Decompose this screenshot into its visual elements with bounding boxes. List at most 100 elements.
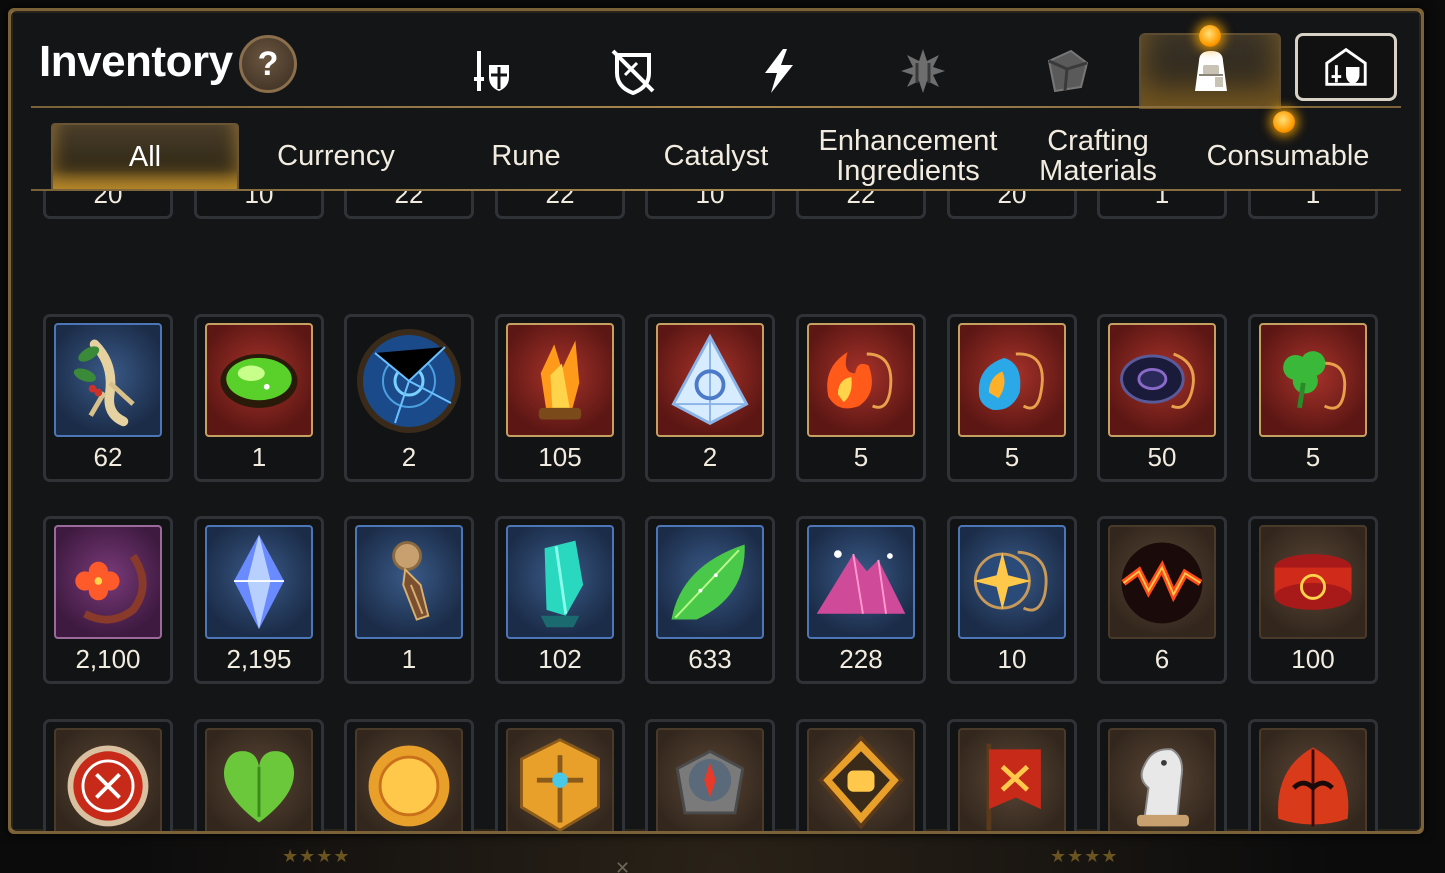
rating-stars: ★★★★ (282, 846, 351, 866)
frame-corner (11, 812, 30, 831)
item-count: 22 (545, 191, 575, 209)
star-pendant-icon (958, 525, 1066, 639)
item-slot[interactable]: 22 (344, 191, 474, 219)
item-slot[interactable]: 16,158 (1097, 719, 1227, 831)
tab-crafting-materials[interactable]: Crafting Materials (1005, 123, 1191, 189)
item-count: 633 (688, 644, 732, 674)
item-slot[interactable]: 102 (495, 516, 625, 684)
item-count: 1 (401, 644, 417, 674)
inventory-panel: Inventory ? All Currency Rune Catalyst E… (8, 8, 1424, 834)
item-count: 10 (695, 191, 725, 209)
fire-crystal-icon (506, 323, 614, 437)
item-slot[interactable]: 2,100 (43, 516, 173, 684)
item-count: 62 (93, 442, 123, 472)
green-gem-icon (205, 323, 313, 437)
item-slot[interactable]: 10 (645, 191, 775, 219)
item-count: 20 (93, 191, 123, 209)
flame-pendant-icon (807, 323, 915, 437)
item-count: 228 (839, 644, 883, 674)
item-slot[interactable]: 585 (194, 719, 324, 831)
blue-rune-orb-icon (355, 323, 463, 437)
item-count: 10 (244, 191, 274, 209)
item-count: 1 (1305, 191, 1321, 209)
item-slot[interactable]: 38,877,395 (344, 719, 474, 831)
item-slot[interactable]: 5 (1248, 314, 1378, 482)
flower-bracelet-icon (54, 525, 162, 639)
item-slot[interactable]: 10 (947, 516, 1077, 684)
help-button[interactable]: ? (239, 35, 297, 93)
equipment-category-icon[interactable] (461, 41, 521, 101)
item-slot[interactable]: 2,195 (194, 516, 324, 684)
lava-orb-icon (1108, 525, 1216, 639)
item-slot[interactable]: 10 (947, 719, 1077, 831)
item-slot[interactable]: 3,000 (796, 719, 926, 831)
rating-stars: ★★★★ (1050, 846, 1119, 866)
item-slot[interactable]: 10 (194, 191, 324, 219)
pink-powder-icon (807, 525, 915, 639)
item-count: 10 (997, 644, 1027, 674)
item-count: 22 (846, 191, 876, 209)
item-slot[interactable]: 2,497 (1248, 719, 1378, 831)
item-slot[interactable]: 1 (194, 314, 324, 482)
inventory-tabs: All Currency Rune Catalyst Enhancement I… (49, 123, 1389, 191)
tab-catalyst[interactable]: Catalyst (621, 123, 811, 189)
divider (31, 106, 1401, 108)
item-slot[interactable]: 1 (1248, 191, 1378, 219)
item-slot[interactable]: 62 (43, 314, 173, 482)
item-slot[interactable]: 2 (344, 314, 474, 482)
item-slot[interactable]: 5 (947, 314, 1077, 482)
frame-corner (11, 11, 30, 30)
tab-consumable[interactable]: Consumable (1193, 123, 1383, 189)
artifact-category-icon[interactable] (603, 41, 663, 101)
item-slot[interactable]: 3 (43, 719, 173, 831)
tab-all[interactable]: All (51, 123, 239, 189)
item-slot[interactable]: 400 (495, 719, 625, 831)
red-seal-badge-icon (54, 728, 162, 831)
item-slot[interactable]: 1 (1097, 191, 1227, 219)
item-count: 5 (853, 442, 869, 472)
red-ring-icon (1259, 525, 1367, 639)
item-count: 20 (997, 191, 1027, 209)
item-slot[interactable]: 2 (645, 314, 775, 482)
frame-corner (1402, 11, 1421, 30)
item-count: 100 (1291, 644, 1335, 674)
tab-rune[interactable]: Rune (433, 123, 619, 189)
item-count: 50 (1147, 442, 1177, 472)
material-category-icon[interactable] (1037, 41, 1097, 101)
item-slot[interactable]: 22 (796, 191, 926, 219)
green-heart-icon (205, 728, 313, 831)
bag-category-icon[interactable] (1181, 41, 1241, 101)
item-slot[interactable]: 228 (796, 516, 926, 684)
item-grid-viewport[interactable]: 20 10 22 22 10 22 20 1 1 62 1 2 105 2 5 5 50 5 2,100 2,195 1… (11, 191, 1421, 831)
ginseng-root-icon (54, 323, 162, 437)
item-slot[interactable]: 633 (645, 516, 775, 684)
item-slot[interactable]: 1 (344, 516, 474, 684)
item-slot[interactable]: 5 (796, 314, 926, 482)
gold-shield-emblem-icon (506, 728, 614, 831)
tab-enhancement-ingredients[interactable]: Enhancement Ingredients (813, 123, 1003, 189)
shop-button[interactable] (1295, 33, 1397, 101)
item-count: 105 (538, 442, 582, 472)
tab-currency[interactable]: Currency (241, 123, 431, 189)
item-count: 2 (702, 442, 718, 472)
water-pendant-icon (958, 323, 1066, 437)
knight-chess-icon (1108, 728, 1216, 831)
fist-emblem-icon (807, 728, 915, 831)
skill-category-icon[interactable] (749, 41, 809, 101)
stone-compass-icon (656, 728, 764, 831)
item-slot[interactable]: 6 (1097, 516, 1227, 684)
item-slot[interactable]: 50 (1097, 314, 1227, 482)
dagger-compass-icon (355, 525, 463, 639)
item-slot[interactable]: 20 (43, 191, 173, 219)
imprint-category-icon[interactable] (893, 41, 953, 101)
war-banner-icon (958, 728, 1066, 831)
shop-icon (1325, 47, 1367, 86)
item-count: 5 (1004, 442, 1020, 472)
item-slot[interactable]: 12 (645, 719, 775, 831)
item-slot[interactable]: 105 (495, 314, 625, 482)
item-slot[interactable]: 22 (495, 191, 625, 219)
triquetra-crystal-icon (656, 323, 764, 437)
item-slot[interactable]: 20 (947, 191, 1077, 219)
gold-coin-icon (355, 728, 463, 831)
item-slot[interactable]: 100 (1248, 516, 1378, 684)
